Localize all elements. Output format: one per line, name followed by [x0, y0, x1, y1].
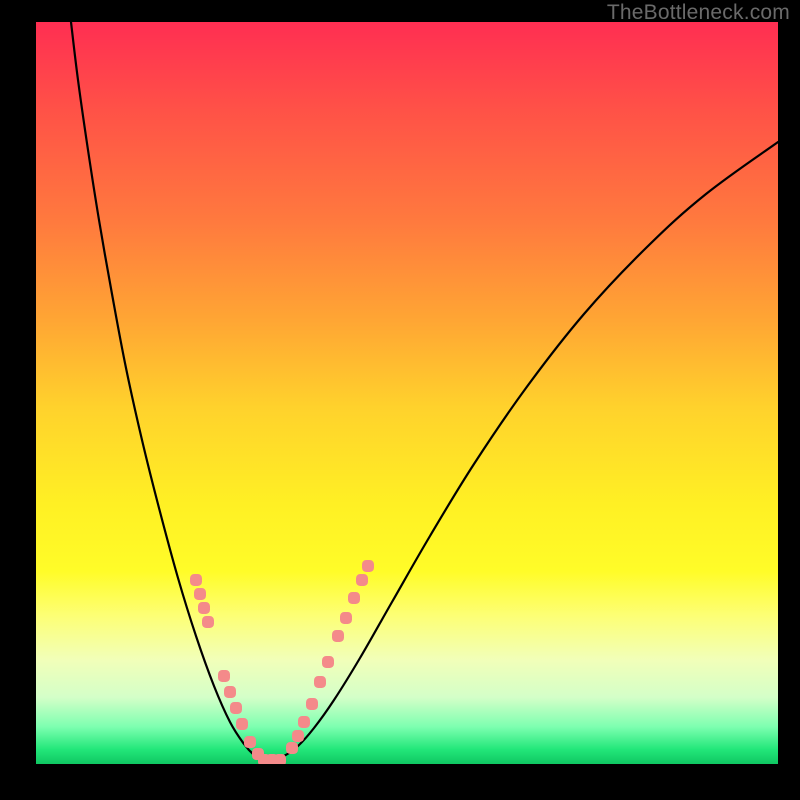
marker-point: [194, 588, 206, 600]
marker-group: [190, 560, 374, 764]
marker-point: [236, 718, 248, 730]
marker-point: [292, 730, 304, 742]
marker-point: [198, 602, 210, 614]
curve-left-arm: [71, 22, 262, 760]
marker-point: [202, 616, 214, 628]
series-group: [71, 22, 778, 760]
chart-svg: [36, 22, 778, 764]
marker-point: [306, 698, 318, 710]
marker-point: [230, 702, 242, 714]
marker-point: [348, 592, 360, 604]
curve-right-arm: [262, 142, 778, 760]
marker-point: [332, 630, 344, 642]
marker-point: [244, 736, 256, 748]
marker-point: [314, 676, 326, 688]
marker-point: [356, 574, 368, 586]
marker-point: [274, 754, 286, 764]
marker-point: [218, 670, 230, 682]
chart-frame: TheBottleneck.com: [0, 0, 800, 800]
marker-point: [322, 656, 334, 668]
marker-point: [286, 742, 298, 754]
marker-point: [340, 612, 352, 624]
marker-point: [362, 560, 374, 572]
plot-area: [36, 22, 778, 764]
marker-point: [224, 686, 236, 698]
marker-point: [190, 574, 202, 586]
marker-point: [298, 716, 310, 728]
